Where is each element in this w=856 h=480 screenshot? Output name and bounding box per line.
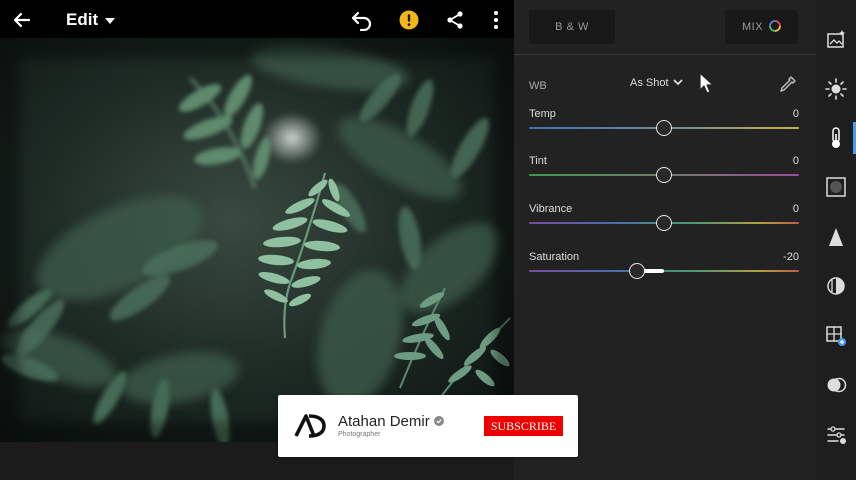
wb-label: WB <box>529 80 547 92</box>
optics-icon[interactable] <box>824 274 848 298</box>
color-icon[interactable] <box>824 126 848 150</box>
subscribe-card: Atahan Demir Photographer SUBSCRIBE <box>278 395 578 457</box>
vibrance-slider-value: 0 <box>792 203 799 215</box>
share-icon[interactable] <box>443 8 467 32</box>
tint-slider-knob[interactable] <box>656 167 672 183</box>
color-wheel-icon <box>769 19 781 35</box>
back-arrow-icon[interactable] <box>10 8 34 32</box>
undo-icon[interactable] <box>350 8 374 32</box>
detail-icon[interactable] <box>824 225 848 249</box>
adjustments-icon[interactable] <box>824 423 848 447</box>
geometry-icon[interactable] <box>824 324 848 348</box>
more-vertical-icon[interactable] <box>484 8 508 32</box>
tint-slider[interactable]: Tint 0 <box>529 155 799 195</box>
fern-photo <box>0 38 514 442</box>
photo-canvas[interactable] <box>0 38 514 442</box>
eyedropper-icon[interactable] <box>776 74 798 96</box>
temp-slider-label: Temp <box>529 108 556 120</box>
channel-name[interactable]: Atahan Demir <box>338 413 444 430</box>
masking-icon[interactable] <box>824 373 848 397</box>
wb-dropdown-value: As Shot <box>630 77 669 89</box>
channel-role: Photographer <box>338 431 381 438</box>
bw-button-label: B & W <box>555 21 589 33</box>
channel-name-text: Atahan Demir <box>338 413 430 430</box>
presets-icon[interactable] <box>824 27 848 51</box>
subscribe-button[interactable]: SUBSCRIBE <box>484 416 563 436</box>
vibrance-slider-label: Vibrance <box>529 203 573 215</box>
tint-slider-value: 0 <box>792 155 799 167</box>
edit-menu[interactable]: Edit <box>66 8 116 32</box>
saturation-slider[interactable]: Saturation -20 <box>529 251 799 291</box>
app-window: Edit B & W MIX WB As Shot Temp 0 Tint 0 … <box>0 0 856 480</box>
temp-slider[interactable]: Temp 0 <box>529 108 799 148</box>
channel-logo-icon[interactable] <box>292 408 328 444</box>
temp-slider-value: 0 <box>792 108 799 120</box>
saturation-slider-value: -20 <box>783 251 799 263</box>
panel-divider <box>514 54 816 55</box>
edit-menu-label: Edit <box>66 10 99 29</box>
mix-button-label: MIX <box>741 21 764 33</box>
bw-button[interactable]: B & W <box>529 10 615 44</box>
saturation-slider-knob[interactable] <box>629 263 645 279</box>
verified-icon <box>433 413 444 430</box>
effects-icon[interactable] <box>824 175 848 199</box>
wb-dropdown[interactable]: As Shot <box>630 77 683 89</box>
vibrance-slider-knob[interactable] <box>656 215 672 231</box>
saturation-slider-label: Saturation <box>529 251 580 263</box>
mix-button[interactable]: MIX <box>725 10 798 44</box>
light-icon[interactable] <box>824 77 848 101</box>
top-bar: Edit <box>0 0 514 38</box>
tool-strip <box>816 0 856 480</box>
warning-icon[interactable] <box>397 8 421 32</box>
saturation-slider-track[interactable] <box>529 270 799 272</box>
vibrance-slider[interactable]: Vibrance 0 <box>529 203 799 243</box>
chevron-down-icon <box>104 10 116 30</box>
tint-slider-label: Tint <box>529 155 547 167</box>
chevron-down-icon <box>672 77 683 89</box>
temp-slider-knob[interactable] <box>656 120 672 136</box>
mouse-cursor-icon <box>698 71 716 95</box>
